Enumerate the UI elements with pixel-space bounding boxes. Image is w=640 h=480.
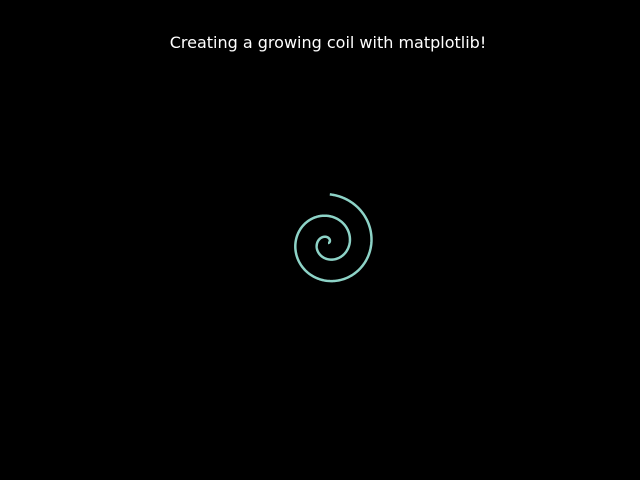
series-line-coil bbox=[294, 193, 373, 283]
plot-area bbox=[294, 193, 373, 283]
chart-figure: Creating a growing coil with matplotlib! bbox=[0, 0, 640, 480]
